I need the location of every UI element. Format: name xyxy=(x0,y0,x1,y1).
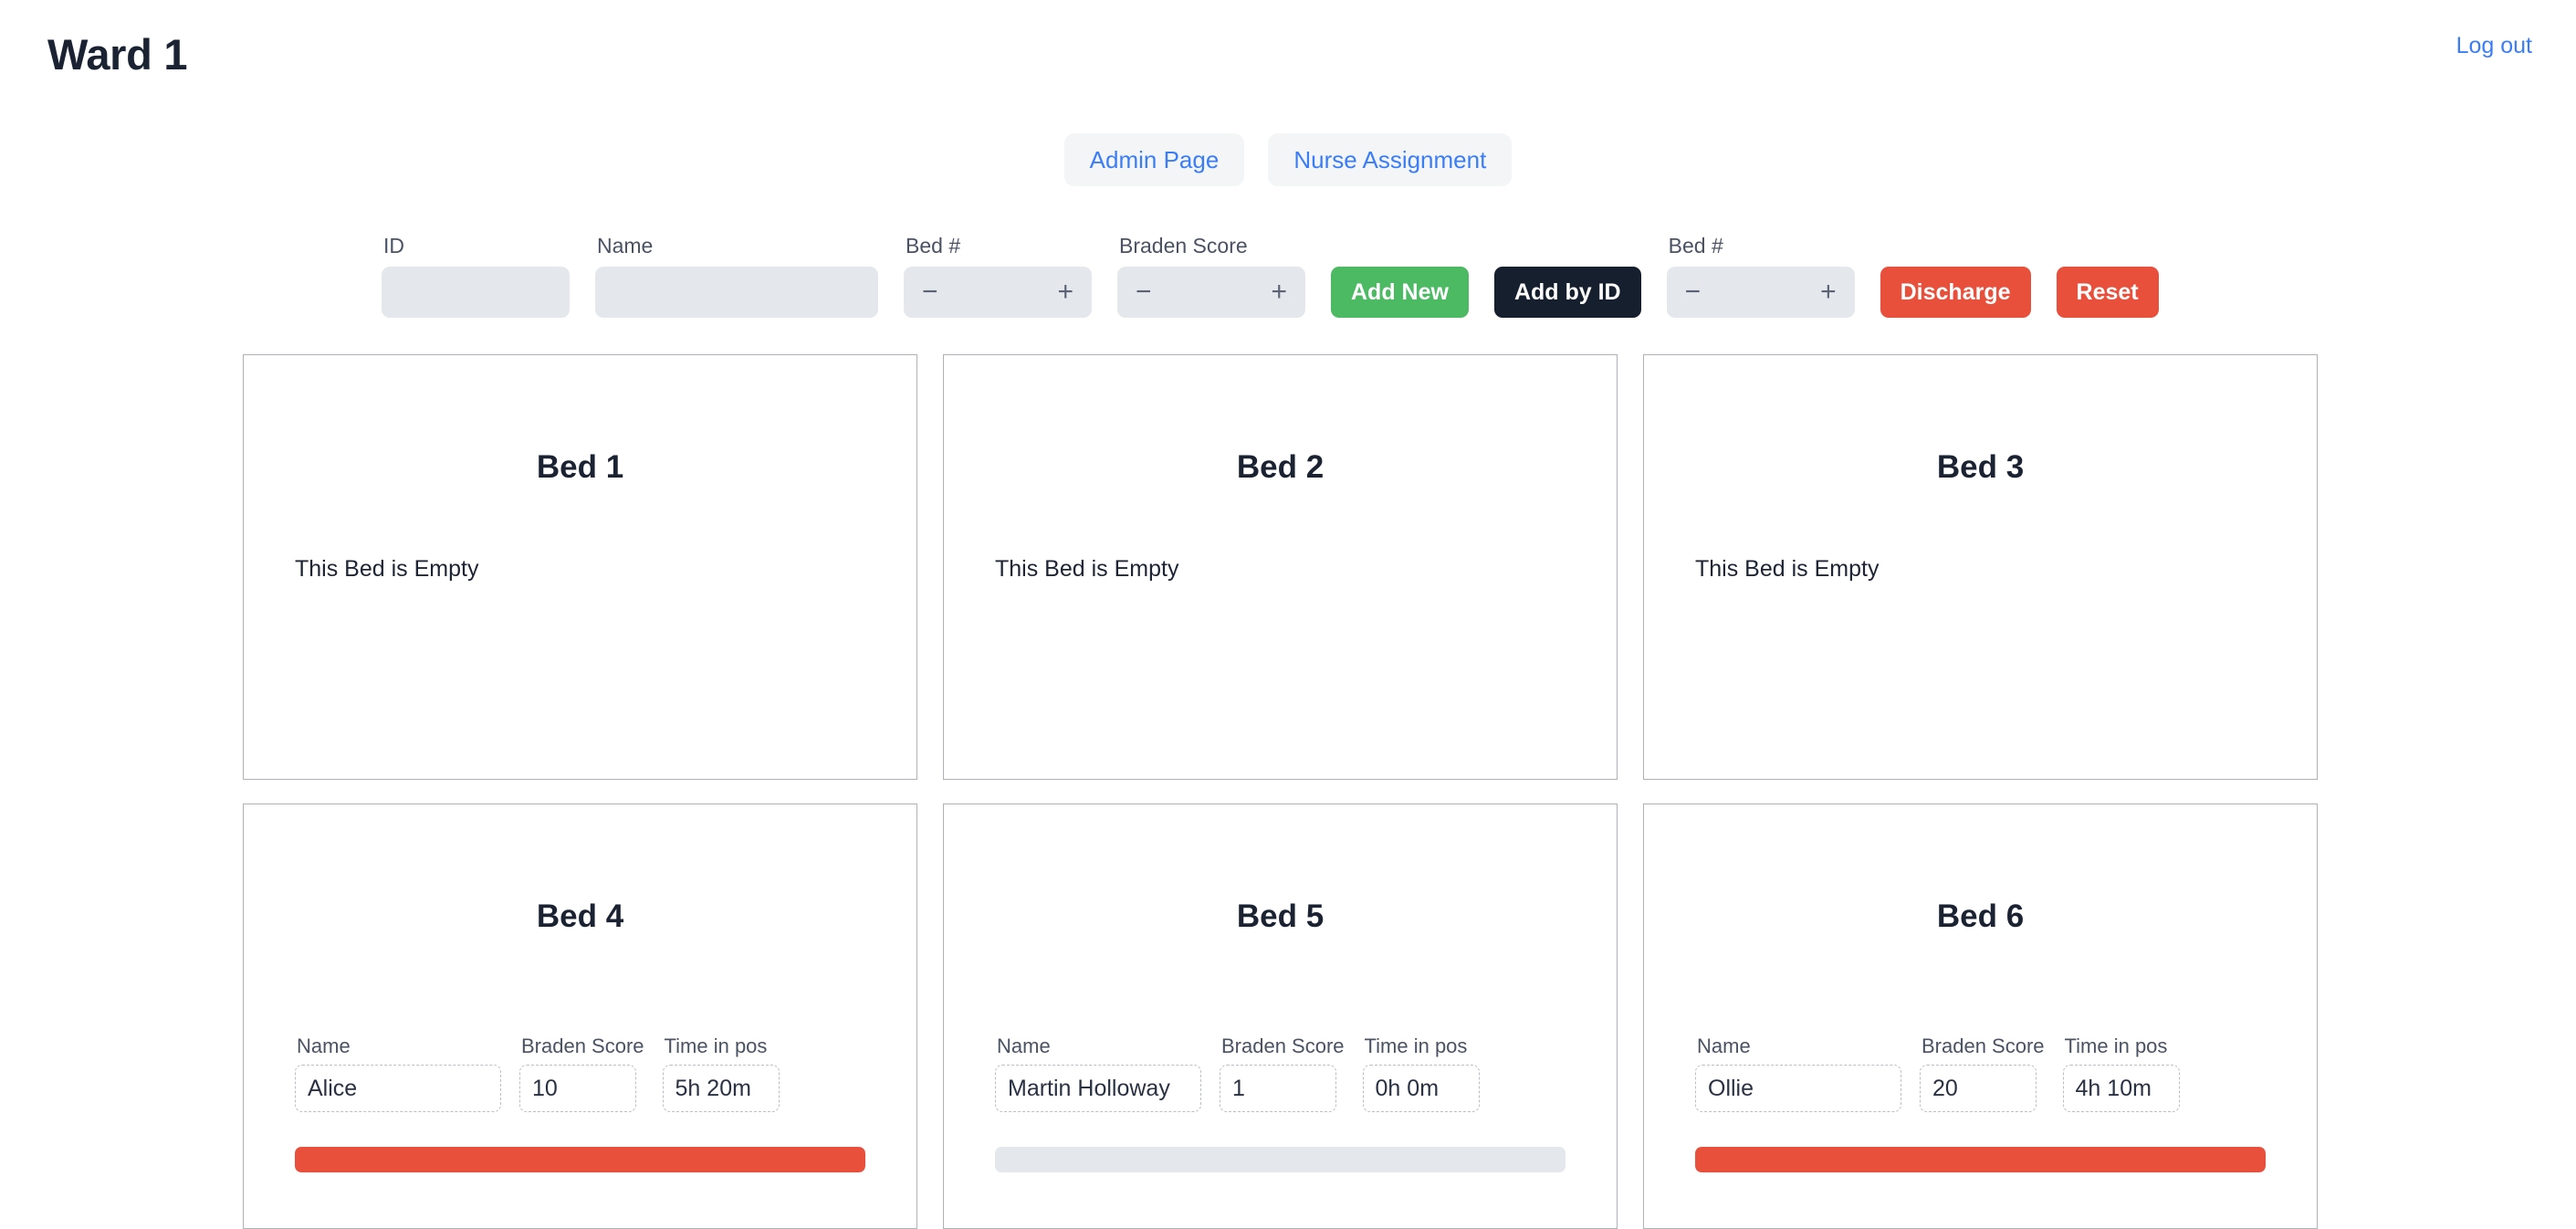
patient-time-in-pos-label: Time in pos xyxy=(1364,1035,1468,1057)
bed-card: Bed 5 Name Braden Score Time in pos xyxy=(943,804,1618,1229)
patient-braden-score-label: Braden Score xyxy=(521,1035,644,1057)
reset-button[interactable]: Reset xyxy=(2056,267,2159,318)
bed-card: Bed 1 This Bed is Empty xyxy=(243,354,917,780)
patient-time-in-pos-field-group: Time in pos xyxy=(1362,1035,1480,1112)
patient-name-input[interactable] xyxy=(295,1065,501,1112)
bed-card: Bed 6 Name Braden Score Time in pos xyxy=(1643,804,2318,1229)
patient-braden-score-input[interactable] xyxy=(519,1065,636,1112)
bed-number-decrement-icon-2[interactable]: − xyxy=(1681,278,1705,306)
bed-card: Bed 3 This Bed is Empty xyxy=(1643,354,2318,780)
name-field-group: Name xyxy=(595,236,878,318)
bed-number-increment-icon-1[interactable]: + xyxy=(1053,278,1077,306)
patient-braden-score-input[interactable] xyxy=(1220,1065,1336,1112)
id-field-group: ID xyxy=(382,236,570,318)
braden-score-increment-icon[interactable]: + xyxy=(1267,278,1291,306)
bed-empty-message: This Bed is Empty xyxy=(995,556,1179,582)
bed-title: Bed 3 xyxy=(1936,449,2025,485)
logout-link[interactable]: Log out xyxy=(2456,33,2532,59)
patient-time-in-pos-field-group: Time in pos xyxy=(662,1035,780,1112)
patient-name-label: Name xyxy=(297,1035,351,1057)
add-by-id-button[interactable]: Add by ID xyxy=(1493,267,1641,318)
bed-empty-message: This Bed is Empty xyxy=(1695,556,1880,582)
patient-name-field-group: Name xyxy=(1695,1036,1901,1112)
bed-empty-message: This Bed is Empty xyxy=(295,556,479,582)
braden-score-field-group: Braden Score − + xyxy=(1117,236,1305,318)
braden-score-decrement-icon[interactable]: − xyxy=(1132,278,1156,306)
patient-time-in-pos-input[interactable] xyxy=(2062,1065,2180,1112)
bed-card: Bed 4 Name Braden Score Time in pos xyxy=(243,804,917,1229)
bed-number-label-2: Bed # xyxy=(1668,234,1723,257)
name-label: Name xyxy=(597,234,654,257)
page-nav: Admin Page Nurse Assignment xyxy=(0,133,2576,186)
bed-number-field-group-1: Bed # − + xyxy=(904,236,1092,318)
patient-name-field-group: Name xyxy=(995,1036,1201,1112)
bed-grid: Bed 1 This Bed is Empty Bed 2 This Bed is E… xyxy=(243,354,2318,1229)
patient-name-input[interactable] xyxy=(1695,1065,1901,1112)
patient-time-in-pos-input[interactable] xyxy=(662,1065,780,1112)
patient-braden-score-field-group: Braden Score xyxy=(519,1036,644,1112)
bed-title: Bed 1 xyxy=(536,449,624,485)
add-new-button[interactable]: Add New xyxy=(1331,267,1469,318)
patient-braden-score-label: Braden Score xyxy=(1922,1035,2045,1057)
patient-name-input[interactable] xyxy=(995,1065,1201,1112)
patient-time-in-pos-label: Time in pos xyxy=(2064,1035,2168,1057)
time-in-pos-progress-fill xyxy=(1695,1147,2266,1172)
patient-braden-score-field-group: Braden Score xyxy=(1920,1036,2045,1112)
braden-score-stepper: − + xyxy=(1117,267,1305,318)
patient-name-label: Name xyxy=(997,1035,1051,1057)
patient-fields: Name Braden Score Time in pos xyxy=(995,932,1565,1112)
bed-title: Bed 5 xyxy=(1236,898,1325,934)
id-label: ID xyxy=(383,234,404,257)
name-input[interactable] xyxy=(595,267,878,318)
time-in-pos-progress-bar xyxy=(995,1147,1565,1172)
bed-number-stepper-1: − + xyxy=(904,267,1092,318)
patient-name-label: Name xyxy=(1697,1035,1751,1057)
nav-nurse-assignment[interactable]: Nurse Assignment xyxy=(1268,133,1513,186)
time-in-pos-progress-fill xyxy=(295,1147,865,1172)
patient-braden-score-input[interactable] xyxy=(1920,1065,2037,1112)
bed-number-field-group-2: Bed # − + xyxy=(1666,234,1855,318)
bed-title: Bed 6 xyxy=(1936,898,2025,934)
patient-braden-score-label: Braden Score xyxy=(1221,1035,1345,1057)
discharge-button[interactable]: Discharge xyxy=(1880,267,2031,318)
id-input[interactable] xyxy=(382,267,570,318)
bed-number-decrement-icon-1[interactable]: − xyxy=(918,278,942,306)
patient-time-in-pos-input[interactable] xyxy=(1362,1065,1480,1112)
time-in-pos-progress-bar xyxy=(295,1147,865,1172)
braden-score-label: Braden Score xyxy=(1119,234,1248,257)
patient-fields: Name Braden Score Time in pos xyxy=(1695,932,2266,1112)
patient-name-field-group: Name xyxy=(295,1036,501,1112)
patient-fields: Name Braden Score Time in pos xyxy=(295,932,865,1112)
patient-time-in-pos-field-group: Time in pos xyxy=(2062,1035,2180,1112)
bed-number-increment-icon-2[interactable]: + xyxy=(1817,278,1840,306)
bed-title: Bed 2 xyxy=(1236,449,1325,485)
patient-time-in-pos-label: Time in pos xyxy=(664,1035,768,1057)
patient-toolbar: ID Name Bed # − + Braden Score − + Add N… xyxy=(382,236,2159,318)
bed-card: Bed 2 This Bed is Empty xyxy=(943,354,1618,780)
top-bar: Ward 1 Log out xyxy=(0,0,2576,110)
nav-admin-page[interactable]: Admin Page xyxy=(1063,133,1245,186)
bed-number-label-1: Bed # xyxy=(906,234,961,257)
bed-number-stepper-2: − + xyxy=(1666,267,1855,318)
time-in-pos-progress-bar xyxy=(1695,1147,2266,1172)
bed-title: Bed 4 xyxy=(536,898,624,934)
patient-braden-score-field-group: Braden Score xyxy=(1220,1036,1345,1112)
page-title: Ward 1 xyxy=(47,30,188,79)
